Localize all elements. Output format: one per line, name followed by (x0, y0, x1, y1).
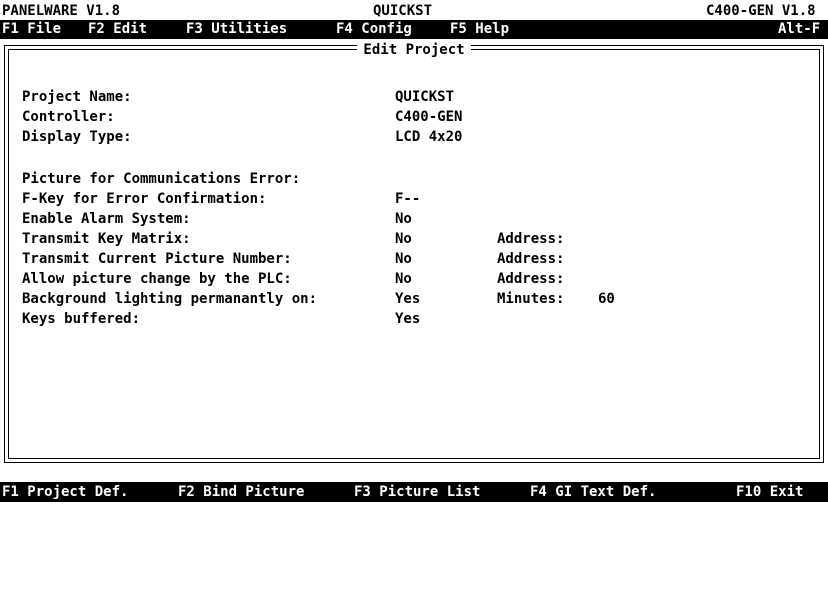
label-lighting-minutes: Minutes: (497, 291, 565, 307)
fkey-bind-picture[interactable]: F2 Bind Picture (178, 482, 304, 502)
value-display-type[interactable]: LCD 4x20 (395, 128, 462, 146)
fkey-gi-text-def[interactable]: F4 GI Text Def. (530, 482, 656, 502)
label-background-lighting: Background lighting permanantly on: (22, 291, 318, 307)
menu-edit[interactable]: F2 Edit (88, 20, 147, 39)
label-display-type: Display Type: (22, 129, 132, 145)
value-fkey-error-confirm[interactable]: F-- (395, 190, 420, 208)
label-picture-number-address: Address: (497, 251, 565, 267)
menu-help[interactable]: F5 Help (450, 20, 509, 39)
dialog-title: Edit Project (0, 41, 828, 59)
value-transmit-key-matrix[interactable]: No (395, 230, 412, 248)
label-controller: Controller: (22, 109, 115, 125)
label-keys-buffered: Keys buffered: (22, 311, 141, 327)
label-allow-picture-change: Allow picture change by the PLC: (22, 271, 292, 287)
function-key-bar: F1 Project Def. F2 Bind Picture F3 Pictu… (0, 482, 828, 502)
menu-file[interactable]: F1 File (2, 20, 61, 39)
label-fkey-error-confirm: F-Key for Error Confirmation: (22, 191, 267, 207)
fkey-project-def[interactable]: F1 Project Def. (2, 482, 128, 502)
project-title: QUICKST (373, 3, 433, 19)
label-project-name: Project Name: (22, 89, 132, 105)
value-project-name[interactable]: QUICKST (395, 88, 454, 106)
menu-shortcut: Alt-F (778, 21, 821, 37)
value-allow-picture-change[interactable]: No (395, 270, 412, 288)
value-keys-buffered[interactable]: Yes (395, 310, 420, 328)
value-transmit-picture-number[interactable]: No (395, 250, 412, 268)
value-enable-alarm[interactable]: No (395, 210, 412, 228)
label-enable-alarm: Enable Alarm System: (22, 211, 191, 227)
target-version: C400-GEN V1.8 (706, 3, 816, 19)
value-background-lighting[interactable]: Yes (395, 290, 420, 308)
label-picture-change-address: Address: (497, 271, 565, 287)
label-transmit-key-matrix: Transmit Key Matrix: (22, 231, 191, 247)
value-controller[interactable]: C400-GEN (395, 108, 462, 126)
value-lighting-minutes[interactable]: 60 (598, 290, 615, 308)
fkey-picture-list[interactable]: F3 Picture List (354, 482, 480, 502)
menu-config[interactable]: F4 Config (336, 20, 412, 39)
fkey-exit[interactable]: F10 Exit (736, 482, 803, 502)
label-transmit-picture-number: Transmit Current Picture Number: (22, 251, 292, 267)
app-name: PANELWARE V1.8 (2, 3, 121, 19)
menu-utilities[interactable]: F3 Utilities (186, 20, 287, 39)
title-bar: PANELWARE V1.8 QUICKST C400-GEN V1.8 (0, 2, 828, 20)
label-key-matrix-address: Address: (497, 231, 565, 247)
menu-bar: F1 File F2 Edit F3 Utilities F4 Config F… (0, 20, 828, 39)
label-comm-error-picture: Picture for Communications Error: (22, 171, 301, 187)
